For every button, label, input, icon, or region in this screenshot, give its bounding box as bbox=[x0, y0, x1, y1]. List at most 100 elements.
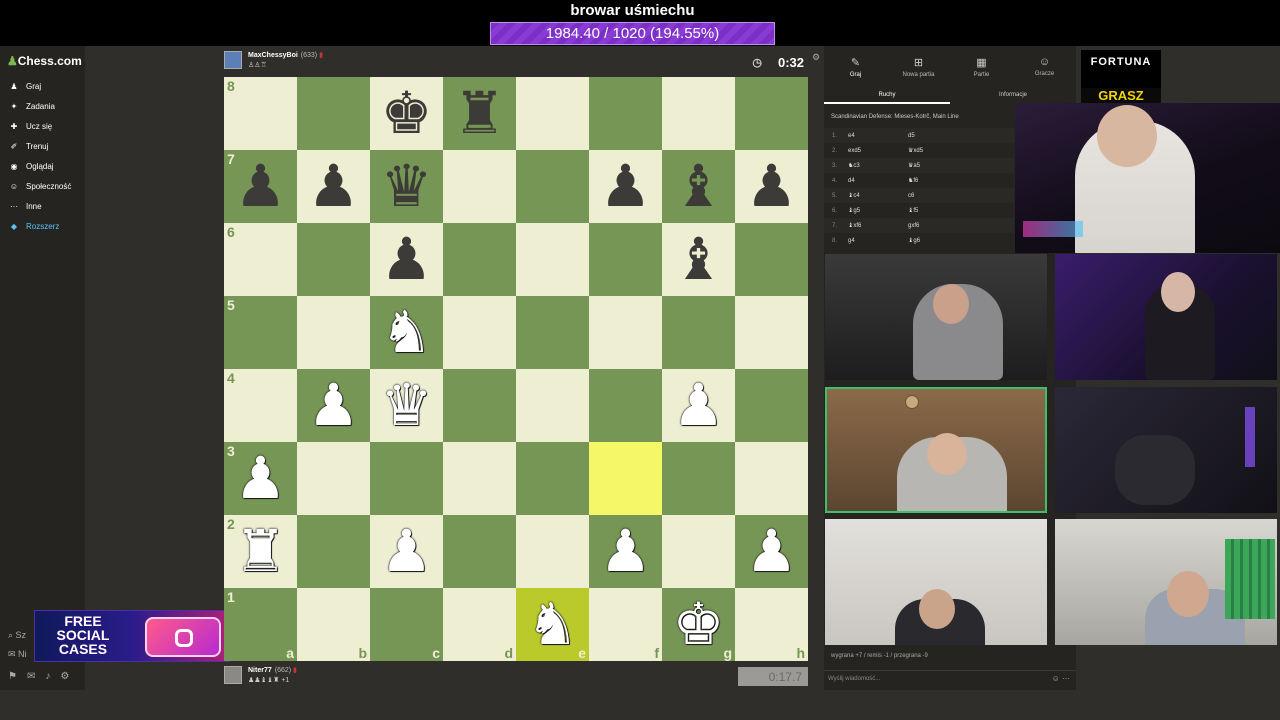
sidebar-item-0[interactable]: ♟ Graj bbox=[0, 76, 85, 96]
black-move[interactable]: ♛xd5 bbox=[908, 147, 968, 154]
square-a6[interactable]: 6 bbox=[224, 223, 297, 296]
chess-piece[interactable]: ♟ bbox=[600, 522, 652, 581]
square-g8[interactable] bbox=[662, 77, 735, 150]
chess-piece[interactable]: ♝ bbox=[673, 157, 725, 216]
subtab-1[interactable]: Informacje bbox=[950, 88, 1076, 104]
square-h5[interactable] bbox=[735, 296, 808, 369]
chess-logo[interactable]: ♟Chess.com bbox=[7, 54, 82, 68]
square-b5[interactable] bbox=[297, 296, 370, 369]
black-move[interactable]: ♝g6 bbox=[908, 237, 968, 244]
tab-1[interactable]: ⊞ Nowa partia bbox=[887, 52, 950, 88]
square-b1[interactable]: b bbox=[297, 588, 370, 661]
square-e5[interactable] bbox=[516, 296, 589, 369]
square-d6[interactable] bbox=[443, 223, 516, 296]
square-a5[interactable]: 5 bbox=[224, 296, 297, 369]
sidebar-item-1[interactable]: ✦ Zadania bbox=[0, 96, 85, 116]
chess-piece[interactable]: ♜ bbox=[235, 522, 287, 581]
square-f4[interactable] bbox=[589, 369, 662, 442]
chess-piece[interactable]: ♟ bbox=[308, 376, 360, 435]
white-move[interactable]: ♞c3 bbox=[848, 162, 908, 169]
white-move[interactable]: e4 bbox=[848, 133, 908, 139]
square-h8[interactable] bbox=[735, 77, 808, 150]
chess-piece[interactable]: ♟ bbox=[673, 376, 725, 435]
square-c8[interactable]: ♚ bbox=[370, 77, 443, 150]
mail-icon[interactable]: ✉ bbox=[27, 671, 35, 682]
white-move[interactable]: ♝c4 bbox=[848, 192, 908, 199]
square-c2[interactable]: ♟ bbox=[370, 515, 443, 588]
chess-piece[interactable]: ♛ bbox=[381, 376, 433, 435]
chess-piece[interactable]: ♟ bbox=[308, 157, 360, 216]
avatar[interactable] bbox=[224, 51, 242, 69]
friends-icon[interactable]: ⚑ bbox=[8, 671, 17, 682]
square-g7[interactable]: ♝ bbox=[662, 150, 735, 223]
square-h2[interactable]: ♟ bbox=[735, 515, 808, 588]
square-c7[interactable]: ♛ bbox=[370, 150, 443, 223]
square-h6[interactable] bbox=[735, 223, 808, 296]
square-f7[interactable]: ♟ bbox=[589, 150, 662, 223]
square-a8[interactable]: 8 bbox=[224, 77, 297, 150]
square-h3[interactable] bbox=[735, 442, 808, 515]
sidebar-item-6[interactable]: ··· Inne bbox=[0, 196, 85, 216]
square-a4[interactable]: 4 bbox=[224, 369, 297, 442]
chess-piece[interactable]: ♟ bbox=[746, 157, 798, 216]
square-e1[interactable]: ♞ e bbox=[516, 588, 589, 661]
subtab-0[interactable]: Ruchy bbox=[824, 88, 950, 104]
square-e3[interactable] bbox=[516, 442, 589, 515]
gear-icon[interactable]: ⚙ bbox=[60, 671, 69, 682]
square-e2[interactable] bbox=[516, 515, 589, 588]
square-f6[interactable] bbox=[589, 223, 662, 296]
square-f2[interactable]: ♟ bbox=[589, 515, 662, 588]
black-move[interactable]: ♞f6 bbox=[908, 177, 968, 184]
chess-piece[interactable]: ♟ bbox=[235, 157, 287, 216]
square-c4[interactable]: ♛ bbox=[370, 369, 443, 442]
black-move[interactable]: d5 bbox=[908, 133, 968, 139]
square-d1[interactable]: d bbox=[443, 588, 516, 661]
square-a2[interactable]: ♜ 2 bbox=[224, 515, 297, 588]
square-d3[interactable] bbox=[443, 442, 516, 515]
sidebar-item-4[interactable]: ◉ Oglądaj bbox=[0, 156, 85, 176]
square-b6[interactable] bbox=[297, 223, 370, 296]
square-d5[interactable] bbox=[443, 296, 516, 369]
square-f3[interactable] bbox=[589, 442, 662, 515]
square-g2[interactable] bbox=[662, 515, 735, 588]
tab-0[interactable]: ✎ Graj bbox=[824, 52, 887, 88]
square-c3[interactable] bbox=[370, 442, 443, 515]
square-g1[interactable]: ♚ g bbox=[662, 588, 735, 661]
sidebar-item-2[interactable]: ✚ Ucz się bbox=[0, 116, 85, 136]
square-e6[interactable] bbox=[516, 223, 589, 296]
white-move[interactable]: exd5 bbox=[848, 148, 908, 154]
chess-piece[interactable]: ♝ bbox=[673, 230, 725, 289]
bottom-player-name[interactable]: Niter77 bbox=[248, 667, 272, 674]
square-b7[interactable]: ♟ bbox=[297, 150, 370, 223]
square-d8[interactable]: ♜ bbox=[443, 77, 516, 150]
black-move[interactable]: gxf6 bbox=[908, 223, 968, 229]
board-settings-icon[interactable]: ⚙ bbox=[812, 52, 820, 63]
square-f5[interactable] bbox=[589, 296, 662, 369]
chess-piece[interactable]: ♟ bbox=[600, 157, 652, 216]
square-g6[interactable]: ♝ bbox=[662, 223, 735, 296]
square-e8[interactable] bbox=[516, 77, 589, 150]
square-h1[interactable]: h bbox=[735, 588, 808, 661]
square-d7[interactable] bbox=[443, 150, 516, 223]
black-move[interactable]: ♛a5 bbox=[908, 162, 968, 169]
square-a7[interactable]: ♟ 7 bbox=[224, 150, 297, 223]
square-e4[interactable] bbox=[516, 369, 589, 442]
white-move[interactable]: ♝xf6 bbox=[848, 222, 908, 229]
bell-icon[interactable]: ♪ bbox=[45, 671, 50, 682]
chess-piece[interactable]: ♟ bbox=[381, 230, 433, 289]
chess-piece[interactable]: ♚ bbox=[381, 84, 433, 143]
message-input[interactable]: Wyślij wiadomość... ☺ ··· bbox=[824, 670, 1076, 686]
white-move[interactable]: ♝g5 bbox=[848, 207, 908, 214]
square-g3[interactable] bbox=[662, 442, 735, 515]
square-b3[interactable] bbox=[297, 442, 370, 515]
more-options-icon[interactable]: ☺ ··· bbox=[1052, 671, 1070, 687]
chess-piece[interactable]: ♟ bbox=[381, 522, 433, 581]
square-g5[interactable] bbox=[662, 296, 735, 369]
square-b2[interactable] bbox=[297, 515, 370, 588]
square-a1[interactable]: 1a bbox=[224, 588, 297, 661]
black-move[interactable]: c6 bbox=[908, 193, 968, 199]
square-b8[interactable] bbox=[297, 77, 370, 150]
top-player-name[interactable]: MaxChessyBoi bbox=[248, 52, 298, 59]
avatar[interactable] bbox=[224, 666, 242, 684]
square-e7[interactable] bbox=[516, 150, 589, 223]
